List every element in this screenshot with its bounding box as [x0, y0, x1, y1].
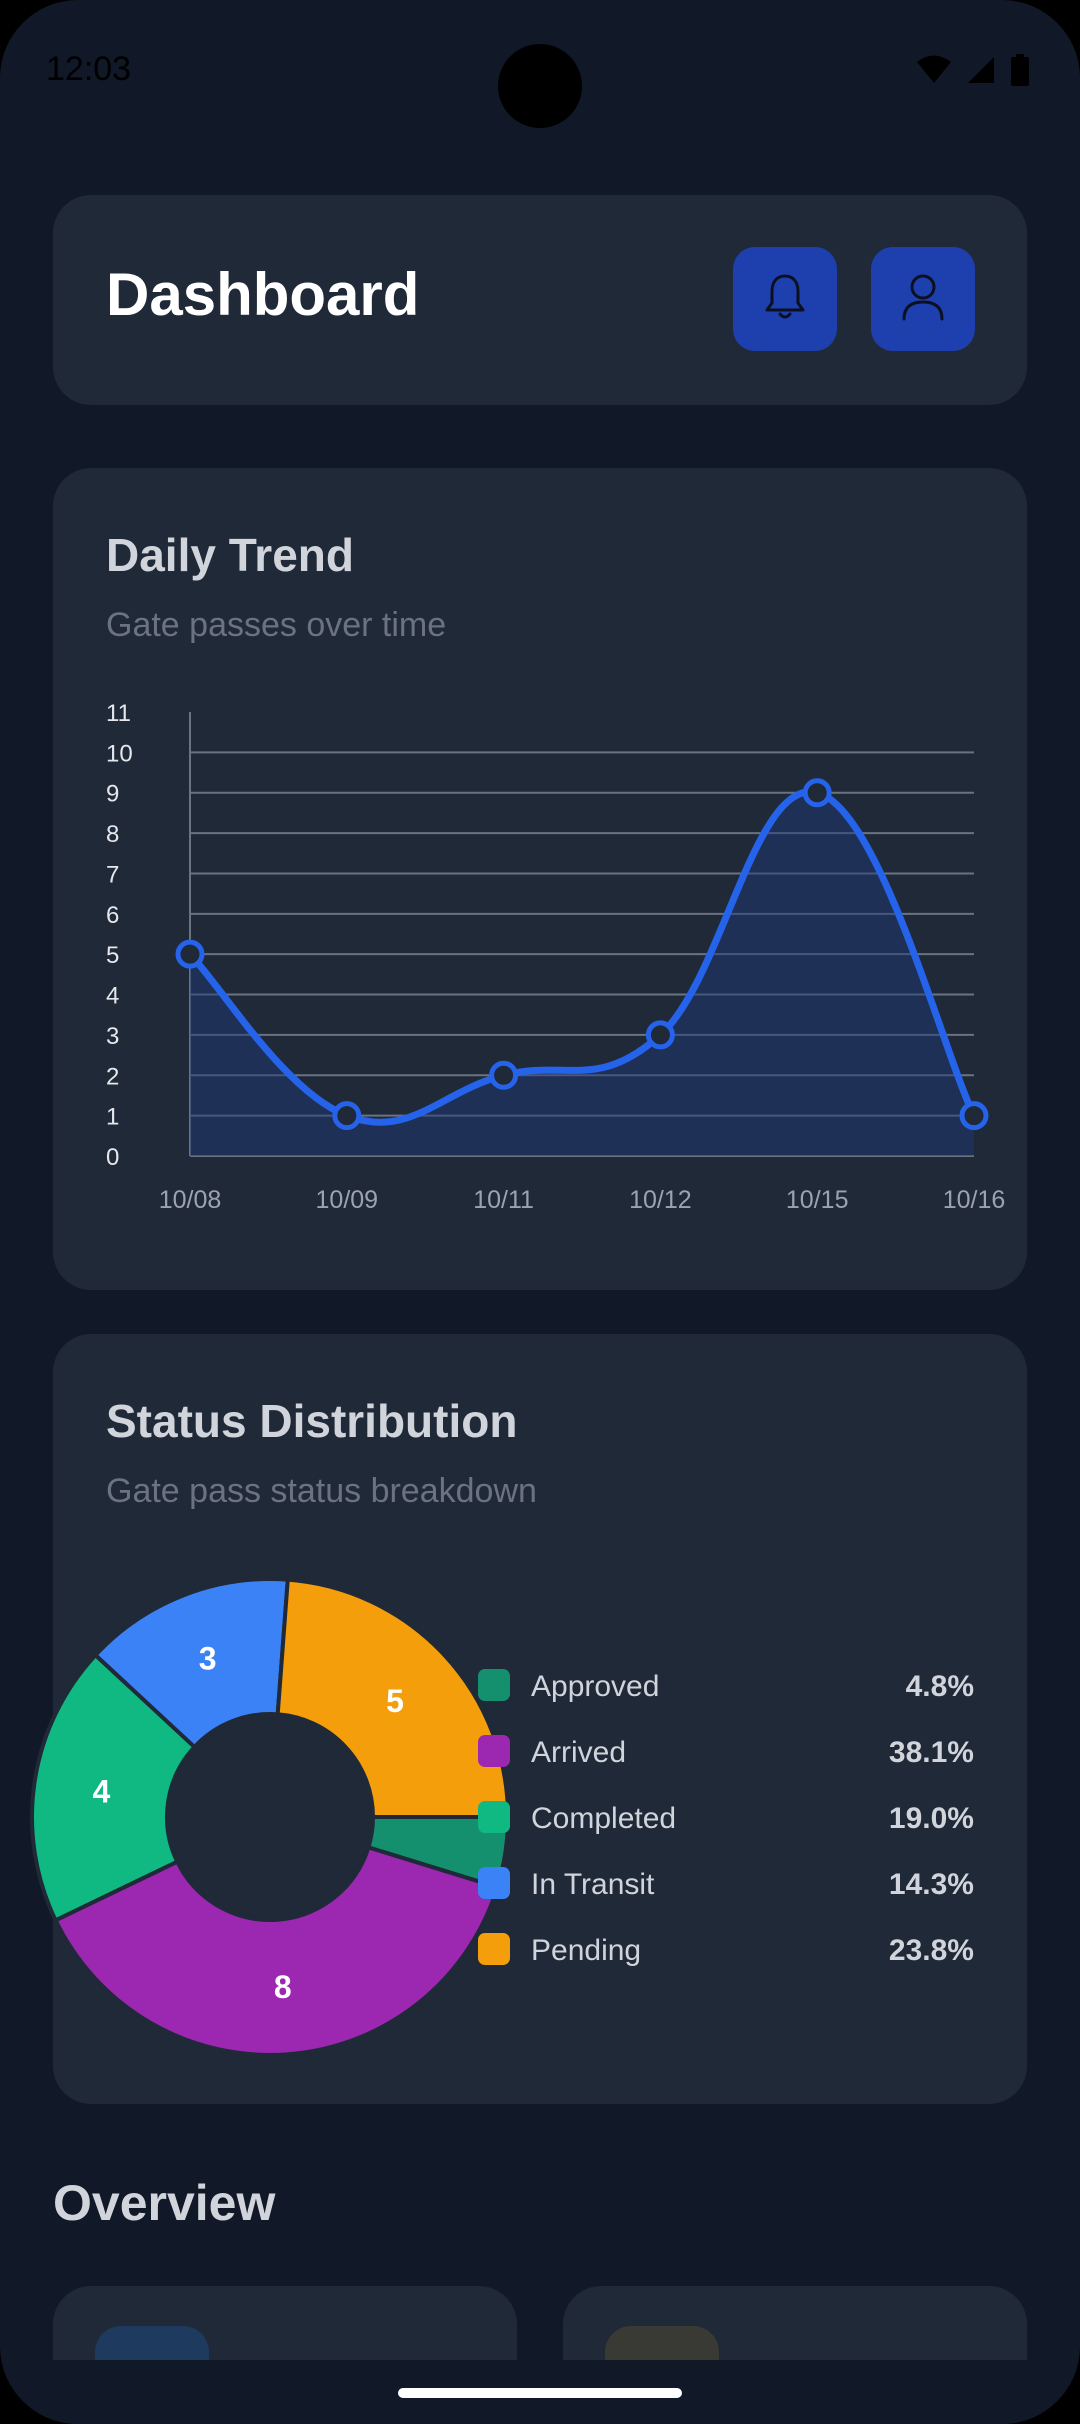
- legend-swatch: [478, 1933, 510, 1965]
- legend-swatch: [478, 1801, 510, 1833]
- notifications-button[interactable]: [733, 247, 837, 351]
- app-screen: 12:03 Dashboard Daily Trend Gate passes …: [0, 0, 1080, 2424]
- status-time: 12:03: [46, 50, 132, 88]
- legend-percentage: 23.8%: [889, 1934, 974, 1967]
- y-tick-label: 11: [106, 700, 131, 727]
- legend-swatch: [478, 1867, 510, 1899]
- legend-label: Pending: [531, 1934, 641, 1967]
- y-tick-label: 7: [106, 861, 119, 888]
- page-title: Dashboard: [106, 261, 420, 328]
- home-indicator[interactable]: [398, 2388, 682, 2398]
- status-distribution-chart: 8 4 3 5 Approved 4.8% Arrived 38.1% Completed 19.…: [30, 1577, 974, 2057]
- legend-swatch: [478, 1669, 510, 1701]
- data-point: [959, 1101, 989, 1131]
- overview-title: Overview: [53, 2175, 276, 2231]
- x-tick-label: 10/15: [786, 1186, 849, 1214]
- legend-percentage: 14.3%: [889, 1868, 974, 1901]
- y-tick-label: 4: [106, 983, 119, 1010]
- legend-label: Approved: [531, 1670, 659, 1703]
- y-tick-label: 8: [106, 821, 119, 848]
- x-tick-label: 10/11: [473, 1186, 534, 1214]
- wifi-icon: [916, 55, 952, 85]
- slice-label: 5: [386, 1683, 404, 1719]
- legend-percentage: 4.8%: [906, 1670, 974, 1703]
- header-card: Dashboard: [53, 195, 1027, 405]
- trend-area: [190, 791, 974, 1156]
- legend-percentage: 38.1%: [889, 1736, 974, 1769]
- y-tick-label: 10: [106, 740, 133, 767]
- y-tick-label: 6: [106, 902, 119, 929]
- y-tick-label: 9: [106, 781, 119, 808]
- battery-icon: [1010, 54, 1030, 86]
- legend-swatch: [478, 1735, 510, 1767]
- y-tick-label: 0: [106, 1144, 119, 1171]
- data-point: [489, 1060, 519, 1090]
- y-tick-label: 3: [106, 1023, 119, 1050]
- legend-label: In Transit: [531, 1868, 655, 1901]
- system-icons: [916, 54, 1030, 86]
- bell-icon: [763, 272, 807, 327]
- y-tick-label: 1: [106, 1104, 119, 1131]
- legend-label: Arrived: [531, 1736, 626, 1769]
- slice-label: 8: [274, 1969, 292, 2005]
- data-point: [645, 1020, 675, 1050]
- profile-button[interactable]: [871, 247, 975, 351]
- data-point: [332, 1101, 362, 1131]
- y-tick-label: 5: [106, 942, 119, 969]
- user-icon: [900, 272, 946, 327]
- daily-trend-chart: 0 1 2 3 4 5 6 7 8 9 10 11 10/08 10/09 10/11 10/12 10/15 1…: [106, 700, 1006, 1214]
- slice-label: 4: [93, 1774, 111, 1810]
- daily-trend-card: Daily Trend Gate passes over time 012345…: [53, 468, 1027, 1290]
- slice-label: 3: [199, 1640, 217, 1676]
- legend-label: Completed: [531, 1802, 676, 1835]
- x-tick-label: 10/08: [159, 1186, 222, 1214]
- y-tick-label: 2: [106, 1063, 119, 1090]
- data-point: [175, 939, 205, 969]
- x-tick-label: 10/09: [316, 1186, 379, 1214]
- status-bar: 12:03: [0, 0, 1080, 140]
- data-point: [802, 778, 832, 808]
- x-tick-label: 10/12: [629, 1186, 692, 1214]
- x-tick-label: 10/16: [943, 1186, 1006, 1214]
- signal-icon: [966, 55, 996, 85]
- camera-cutout: [498, 44, 582, 128]
- legend-percentage: 19.0%: [889, 1802, 974, 1835]
